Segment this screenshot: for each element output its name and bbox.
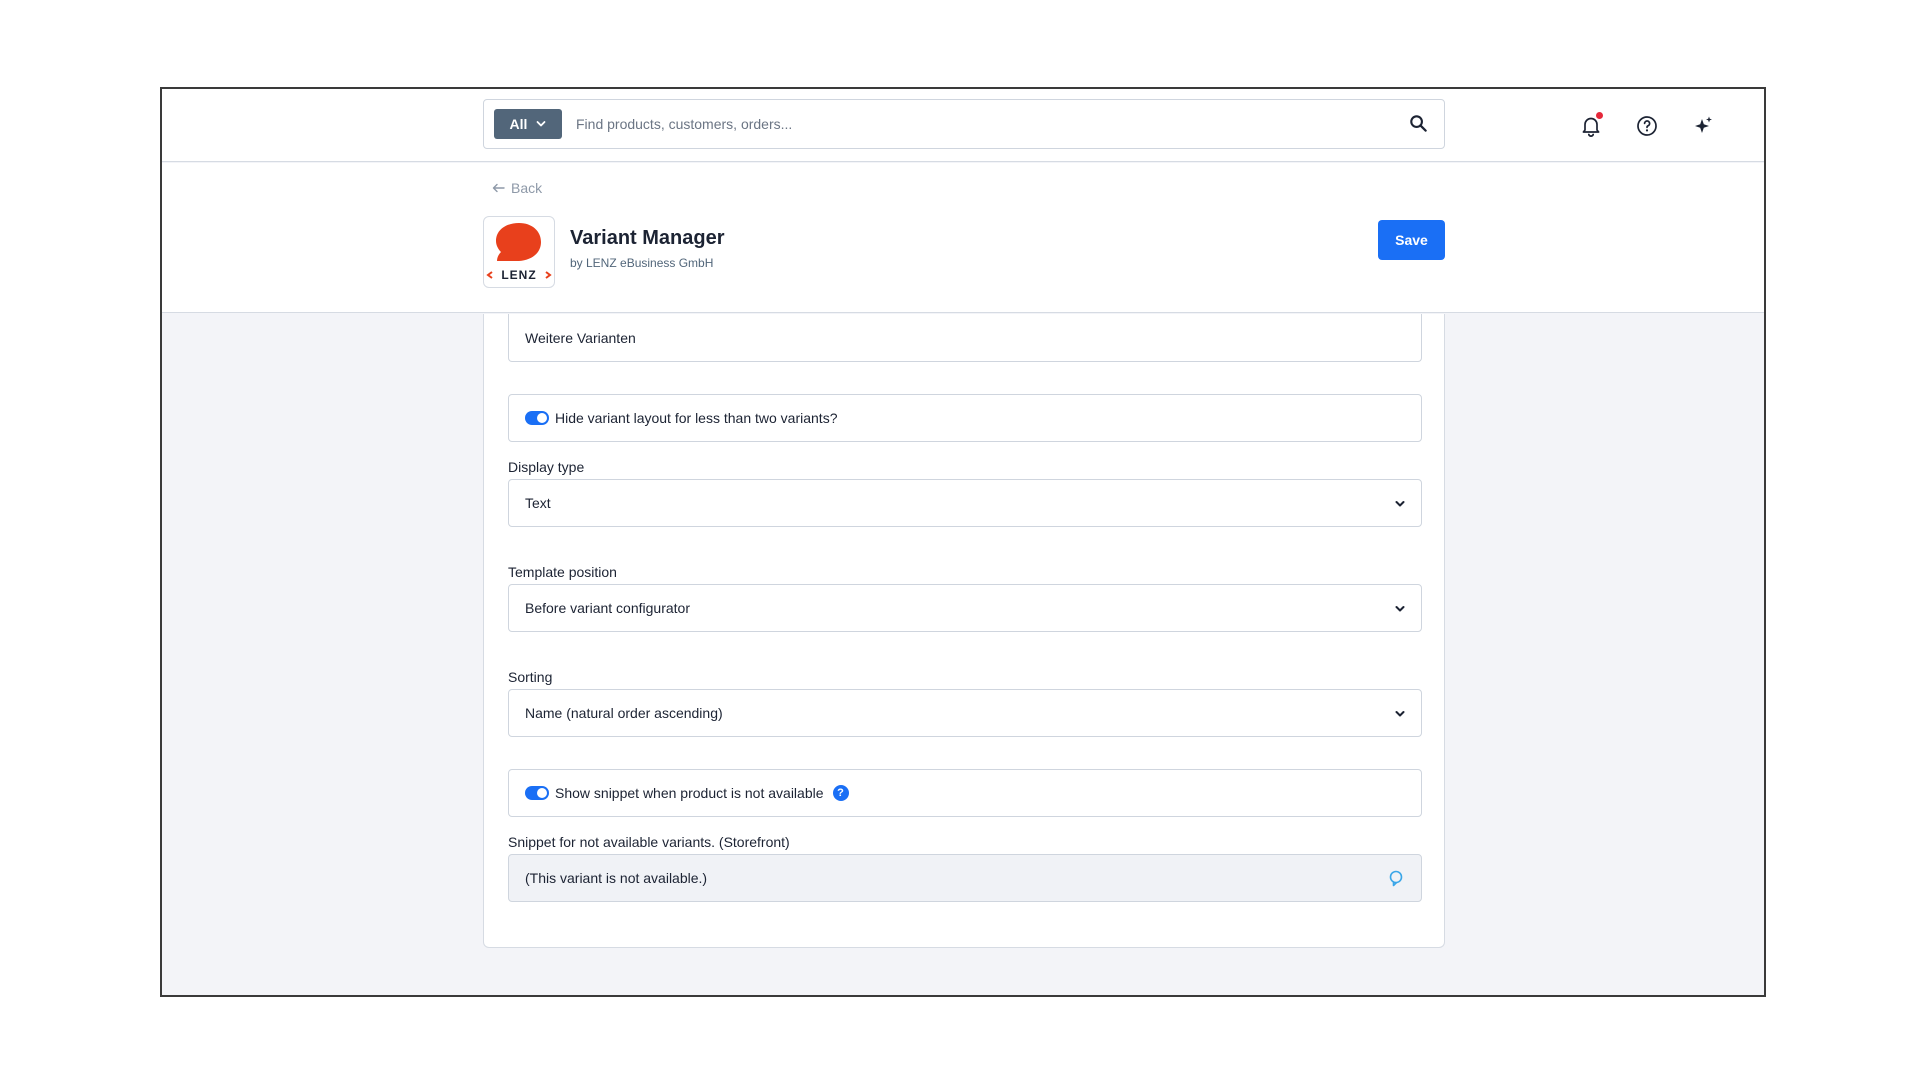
snippet-field[interactable]: (This variant is not available.) (508, 854, 1422, 902)
display-type-value: Text (525, 495, 551, 511)
hide-layout-toggle[interactable] (525, 411, 549, 425)
settings-card: Weitere Varianten Hide variant layout fo… (483, 314, 1445, 948)
sparkle-ai-icon[interactable] (1690, 113, 1716, 139)
chevron-down-icon (1395, 711, 1405, 717)
sorting-select[interactable]: Name (natural order ascending) (508, 689, 1422, 737)
help-tooltip-icon[interactable]: ? (832, 785, 849, 801)
display-type-select[interactable]: Text (508, 479, 1422, 527)
hide-layout-toggle-row: Hide variant layout for less than two va… (508, 394, 1422, 442)
notification-dot (1596, 112, 1603, 119)
snippet-translation-icon[interactable] (1387, 869, 1405, 887)
search-scope-label: All (509, 116, 528, 132)
app-logo: LENZ (483, 216, 555, 288)
app-title: Variant Manager (570, 227, 725, 249)
show-snippet-toggle[interactable] (525, 786, 549, 800)
back-link[interactable]: Back (492, 180, 542, 196)
chevron-down-icon (1395, 501, 1405, 507)
template-position-select[interactable]: Before variant configurator (508, 584, 1422, 632)
app-vendor: by LENZ eBusiness GmbH (570, 256, 714, 270)
snippet-value: (This variant is not available.) (525, 870, 708, 886)
back-label: Back (511, 180, 543, 196)
logo-text: LENZ (501, 268, 536, 282)
sorting-label: Sorting (508, 669, 553, 685)
show-snippet-toggle-row: Show snippet when product is not availab… (508, 769, 1422, 817)
search-input[interactable] (576, 108, 1376, 140)
arrow-left-icon (492, 183, 505, 193)
top-bar: All (162, 89, 1764, 162)
hide-layout-label: Hide variant layout for less than two va… (555, 410, 838, 426)
display-type-label: Display type (508, 459, 585, 475)
search-icon[interactable] (1409, 114, 1428, 133)
sorting-value: Name (natural order ascending) (525, 705, 723, 721)
snippet-label: Snippet for not available variants. (Sto… (508, 834, 790, 850)
chevron-down-icon (537, 121, 546, 127)
page-header: Back LENZ Variant Manager by LENZ eBusin… (162, 163, 1764, 313)
additional-variants-field[interactable]: Weitere Varianten (508, 314, 1422, 362)
app-window: All Back (160, 87, 1766, 997)
global-search: All (483, 99, 1445, 149)
save-button[interactable]: Save (1378, 220, 1445, 260)
template-position-label: Template position (508, 564, 617, 580)
chevron-down-icon (1395, 606, 1405, 612)
template-position-value: Before variant configurator (525, 600, 690, 616)
show-snippet-label: Show snippet when product is not availab… (555, 785, 824, 801)
help-circle-icon[interactable] (1634, 113, 1660, 139)
lenz-logo-icon: LENZ (486, 223, 552, 282)
additional-variants-value: Weitere Varianten (525, 329, 636, 346)
search-scope-dropdown[interactable]: All (494, 109, 562, 139)
